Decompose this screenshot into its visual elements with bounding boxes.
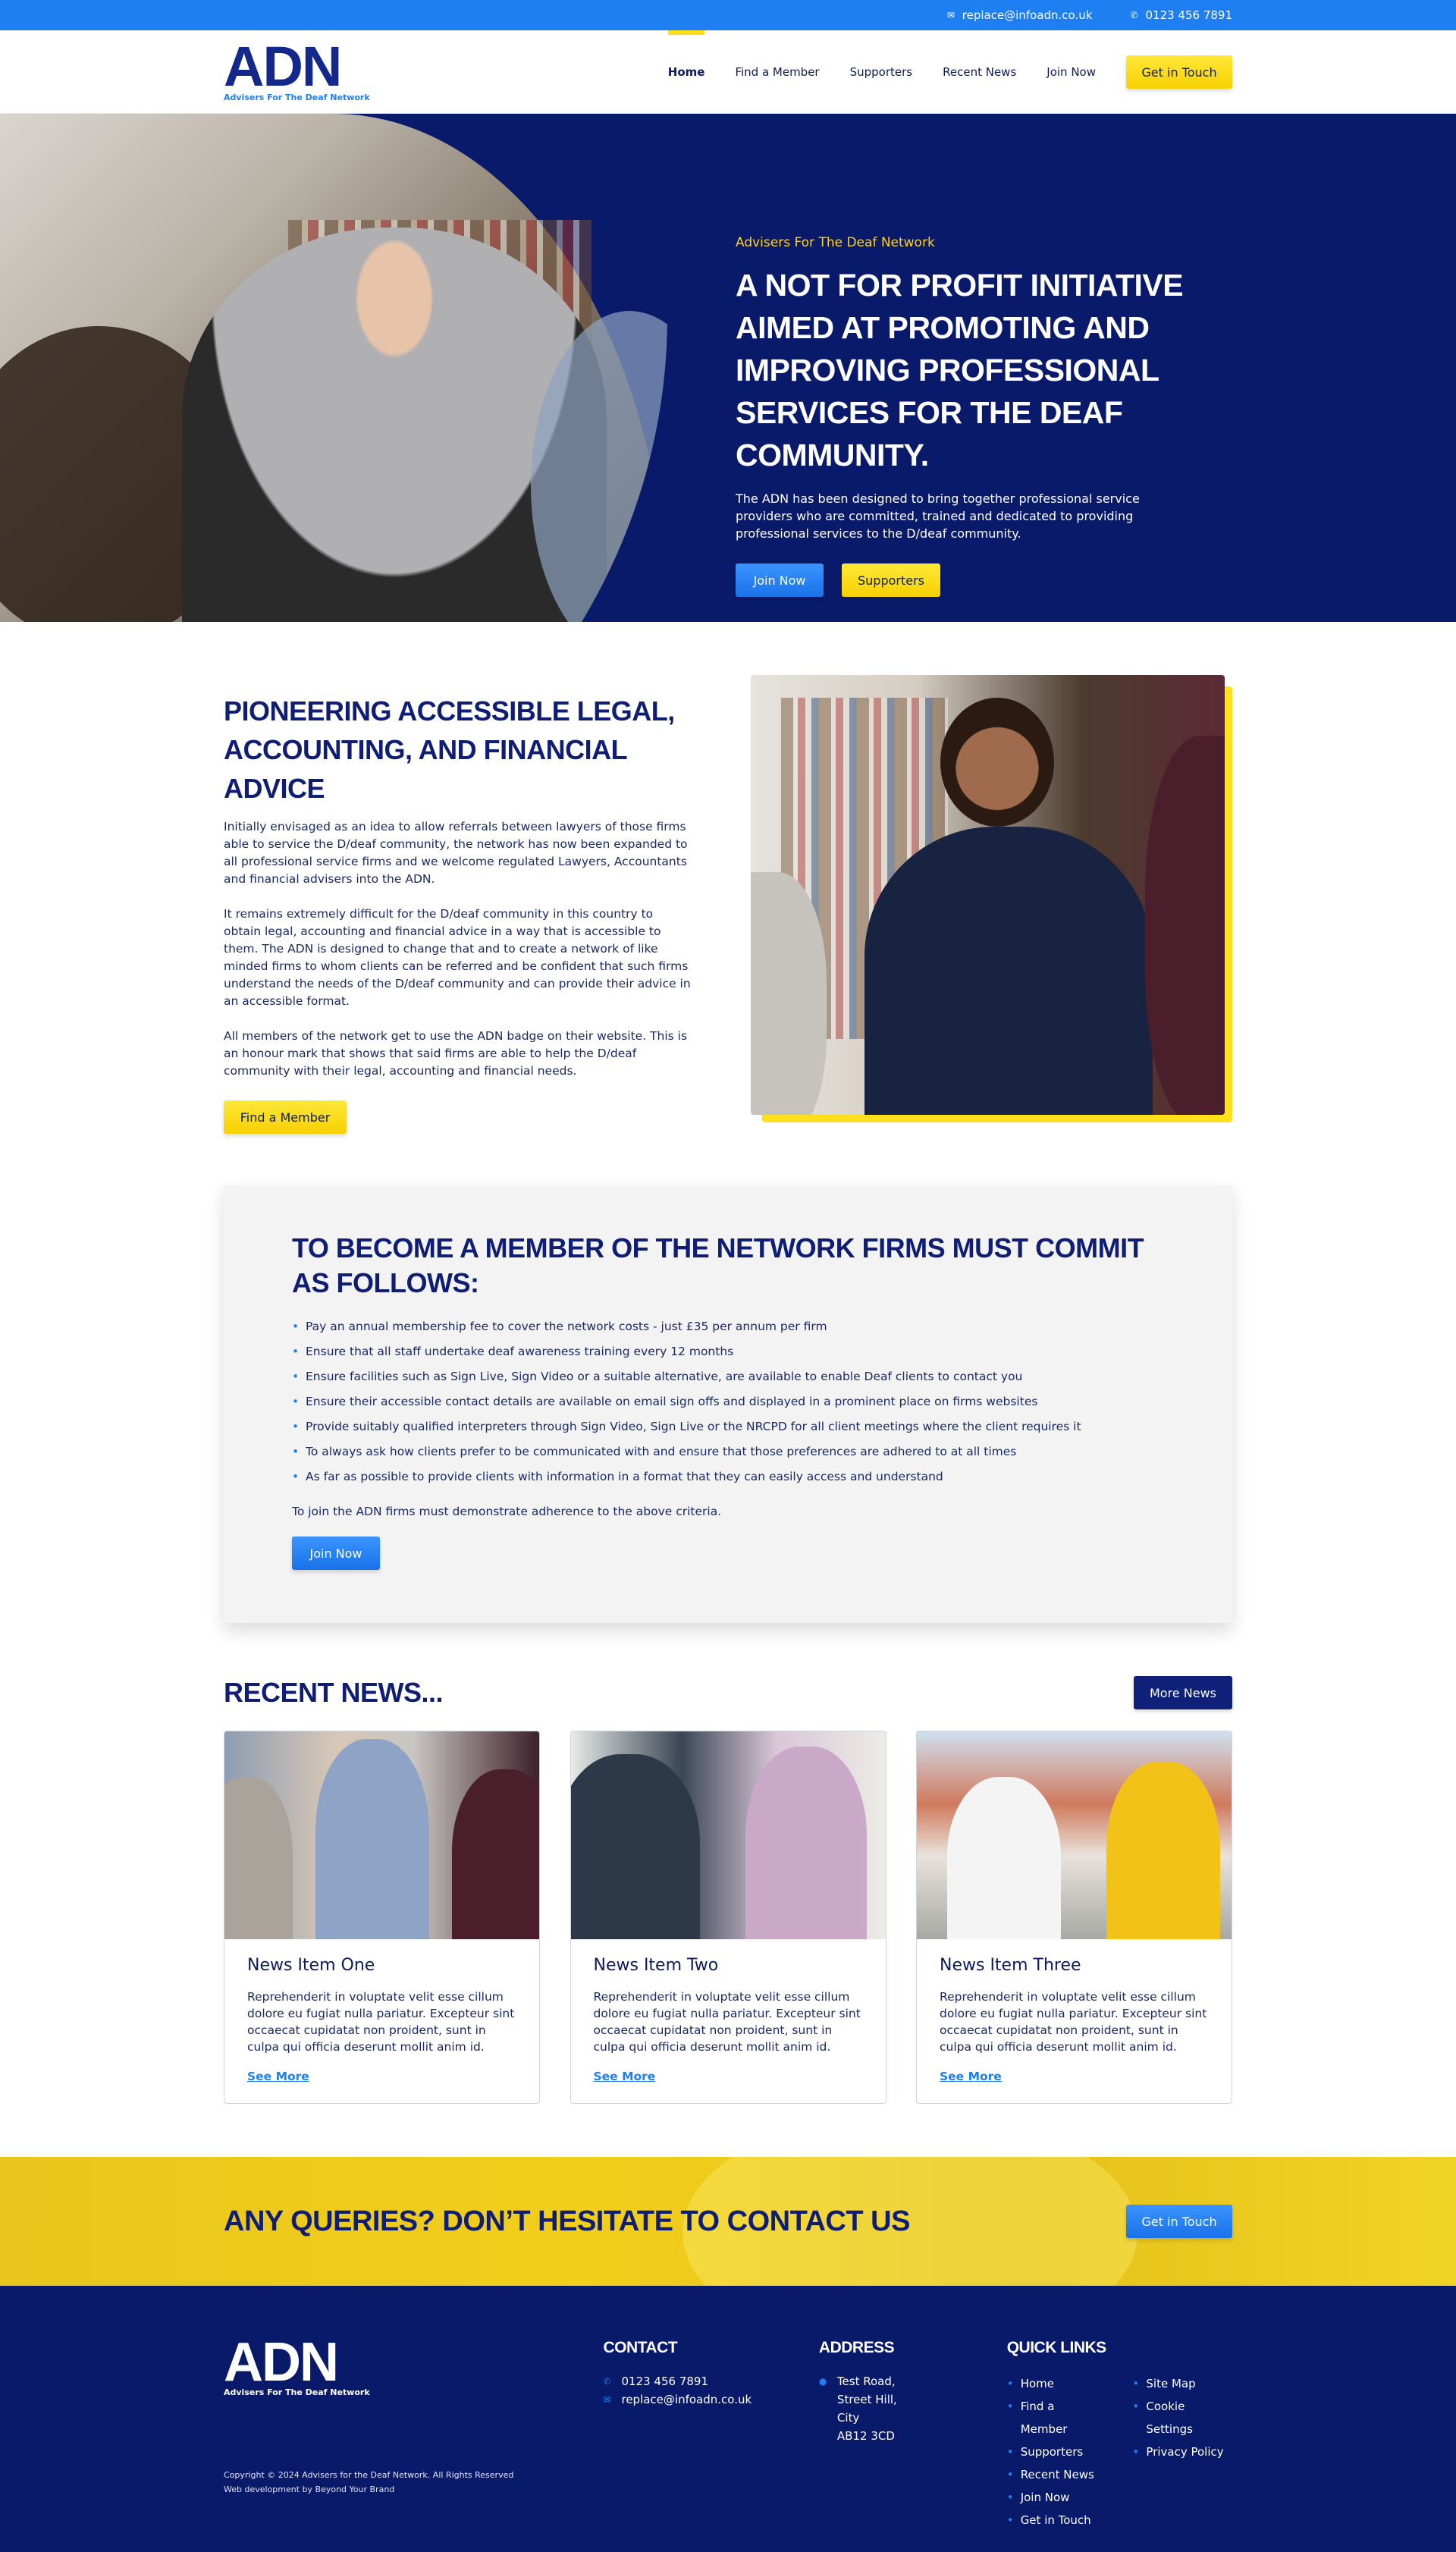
logo-wordmark: ADN <box>224 34 342 98</box>
top-bar: ✉ replace@infoadn.co.uk ✆ 0123 456 7891 <box>0 0 1456 30</box>
legal-links-list: Site Map Cookie Settings Privacy Policy <box>1132 2372 1232 2532</box>
address-line: Street Hill, <box>836 2393 897 2406</box>
news-image[interactable] <box>224 1731 539 1939</box>
news-card-title: News Item Three <box>940 1956 1081 1975</box>
membership-join-now-button[interactable]: Join Now <box>292 1537 380 1570</box>
map-pin-icon: ● <box>818 2376 827 2387</box>
news-card-title: News Item One <box>247 1956 375 1975</box>
nav-item-find-member[interactable]: Find a Member <box>735 30 819 114</box>
address-line: Test Road, <box>836 2375 896 2388</box>
news-card-text: Reprehenderit in voluptate velit esse ci… <box>247 1990 515 2054</box>
topbar-email-link[interactable]: ✉ replace@infoadn.co.uk <box>947 8 1093 22</box>
footer-logo-wordmark: ADN <box>224 2332 339 2393</box>
topbar-email: replace@infoadn.co.uk <box>962 8 1093 22</box>
footer-phone: 0123 456 7891 <box>621 2375 708 2388</box>
news-title: Recent News... <box>224 1677 444 1708</box>
footer-address-title: Address <box>818 2339 895 2356</box>
site-footer: ADN Advisers For The Deaf Network Copyri… <box>0 2286 1456 2552</box>
phone-icon: ✆ <box>1130 10 1138 20</box>
about-paragraph: Initially envisaged as an idea to allow … <box>224 820 688 886</box>
news-card: News Item One Reprehenderit in voluptate… <box>224 1731 540 2104</box>
membership-box: To become a member of the network firms … <box>224 1185 1232 1623</box>
news-card: News Item Three Reprehenderit in volupta… <box>916 1731 1232 2104</box>
site-header: ADN Advisers For The Deaf Network Home F… <box>0 30 1456 114</box>
find-a-member-button[interactable]: Find a Member <box>224 1100 347 1134</box>
cta-get-in-touch-button[interactable]: Get in Touch <box>1126 2205 1232 2238</box>
footer-link-site-map[interactable]: Site Map <box>1132 2372 1232 2395</box>
get-in-touch-button[interactable]: Get in Touch <box>1126 55 1232 89</box>
footer-link-cookie-settings[interactable]: Cookie Settings <box>1132 2395 1232 2441</box>
footer-contact-title: Contact <box>603 2339 678 2356</box>
list-item: To always ask how clients prefer to be c… <box>292 1439 1164 1464</box>
footer-email-link[interactable]: ✉ replace@infoadn.co.uk <box>603 2390 818 2409</box>
credit-link[interactable]: Web development by Beyond Your Brand <box>224 2485 394 2494</box>
list-item: Ensure facilities such as Sign Live, Sig… <box>292 1364 1164 1389</box>
news-card-text: Reprehenderit in voluptate velit esse ci… <box>593 1990 861 2054</box>
topbar-phone: 0123 456 7891 <box>1145 8 1232 22</box>
footer-logo-tagline: Advisers For The Deaf Network <box>224 2387 370 2397</box>
about-paragraph: All members of the network get to use th… <box>224 1029 688 1078</box>
hero-eyebrow: Advisers For The Deaf Network <box>736 235 935 250</box>
list-item: Ensure their accessible contact details … <box>292 1389 1164 1414</box>
footer-link-get-in-touch[interactable]: Get in Touch <box>1007 2509 1103 2532</box>
nav-item-recent-news[interactable]: Recent News <box>943 30 1016 114</box>
envelope-icon: ✉ <box>946 10 955 20</box>
news-card-title: News Item Two <box>593 1956 719 1975</box>
about-paragraph: It remains extremely difficult for the D… <box>224 907 691 1008</box>
nav-item-join-now[interactable]: Join Now <box>1046 30 1096 114</box>
list-item: Provide suitably qualified interpreters … <box>292 1414 1164 1439</box>
membership-section: To become a member of the network firms … <box>0 1179 1456 1668</box>
news-image[interactable] <box>570 1731 886 1939</box>
copyright-text: Copyright © 2024 Advisers for the Deaf N… <box>224 2470 514 2480</box>
see-more-link[interactable]: See More <box>940 2070 1002 2083</box>
list-item: As far as possible to provide clients wi… <box>292 1464 1164 1489</box>
footer-link-recent-news[interactable]: Recent News <box>1007 2463 1103 2486</box>
more-news-button[interactable]: More News <box>1134 1676 1232 1709</box>
envelope-icon: ✉ <box>603 2394 611 2405</box>
about-image <box>751 675 1232 1122</box>
membership-note: To join the ADN firms must demonstrate a… <box>292 1505 722 1518</box>
see-more-link[interactable]: See More <box>247 2070 309 2083</box>
hero-photo <box>0 114 667 622</box>
quick-links-list: Home Find a Member Supporters Recent New… <box>1007 2372 1103 2532</box>
footer-link-privacy-policy[interactable]: Privacy Policy <box>1132 2441 1232 2463</box>
membership-title: To become a member of the network firms … <box>292 1232 1144 1298</box>
about-title: Pioneering accessible legal, accounting,… <box>224 695 675 804</box>
hero-join-now-button[interactable]: Join Now <box>736 563 824 597</box>
list-item: Ensure that all staff undertake deaf awa… <box>292 1339 1164 1364</box>
news-card-text: Reprehenderit in voluptate velit esse ci… <box>940 1990 1207 2054</box>
topbar-phone-link[interactable]: ✆ 0123 456 7891 <box>1130 8 1232 22</box>
nav-item-supporters[interactable]: Supporters <box>850 30 913 114</box>
phone-icon: ✆ <box>603 2376 611 2387</box>
see-more-link[interactable]: See More <box>594 2070 656 2083</box>
news-image[interactable] <box>917 1731 1232 1939</box>
footer-logo[interactable]: ADN Advisers For The Deaf Network <box>224 2332 603 2397</box>
hero-text: The ADN has been designed to bring toget… <box>736 491 1140 541</box>
about-section: Pioneering accessible legal, accounting,… <box>0 622 1456 1179</box>
footer-link-home[interactable]: Home <box>1007 2372 1103 2395</box>
footer-link-find-member[interactable]: Find a Member <box>1007 2395 1103 2441</box>
main-nav: Home Find a Member Supporters Recent New… <box>667 30 1232 114</box>
footer-link-supporters[interactable]: Supporters <box>1007 2441 1103 2463</box>
address-line: City <box>836 2411 860 2425</box>
contact-cta-banner: Any queries? Don’t hesitate to contact u… <box>0 2157 1456 2286</box>
footer-links-title: Quick Links <box>1006 2339 1107 2356</box>
news-card: News Item Two Reprehenderit in voluptate… <box>570 1731 886 2104</box>
nav-item-home[interactable]: Home <box>667 30 704 114</box>
membership-criteria-list: Pay an annual membership fee to cover th… <box>292 1314 1164 1489</box>
footer-link-join-now[interactable]: Join Now <box>1007 2486 1103 2509</box>
footer-phone-link[interactable]: ✆ 0123 456 7891 <box>603 2372 818 2390</box>
address-line: AB12 3CD <box>836 2429 895 2443</box>
logo-tagline: Advisers For The Deaf Network <box>224 92 370 102</box>
hero-title: A not for profit initiative aimed at pro… <box>736 268 1184 472</box>
hero-section: Advisers For The Deaf Network A not for … <box>0 114 1456 622</box>
list-item: Pay an annual membership fee to cover th… <box>292 1314 1164 1339</box>
site-logo[interactable]: ADN Advisers For The Deaf Network <box>224 34 370 102</box>
cta-title: Any queries? Don’t hesitate to contact u… <box>224 2205 910 2237</box>
hero-supporters-button[interactable]: Supporters <box>842 563 940 597</box>
recent-news-section: Recent News... More News News Item One R… <box>0 1668 1456 2157</box>
footer-email: replace@infoadn.co.uk <box>621 2393 752 2406</box>
